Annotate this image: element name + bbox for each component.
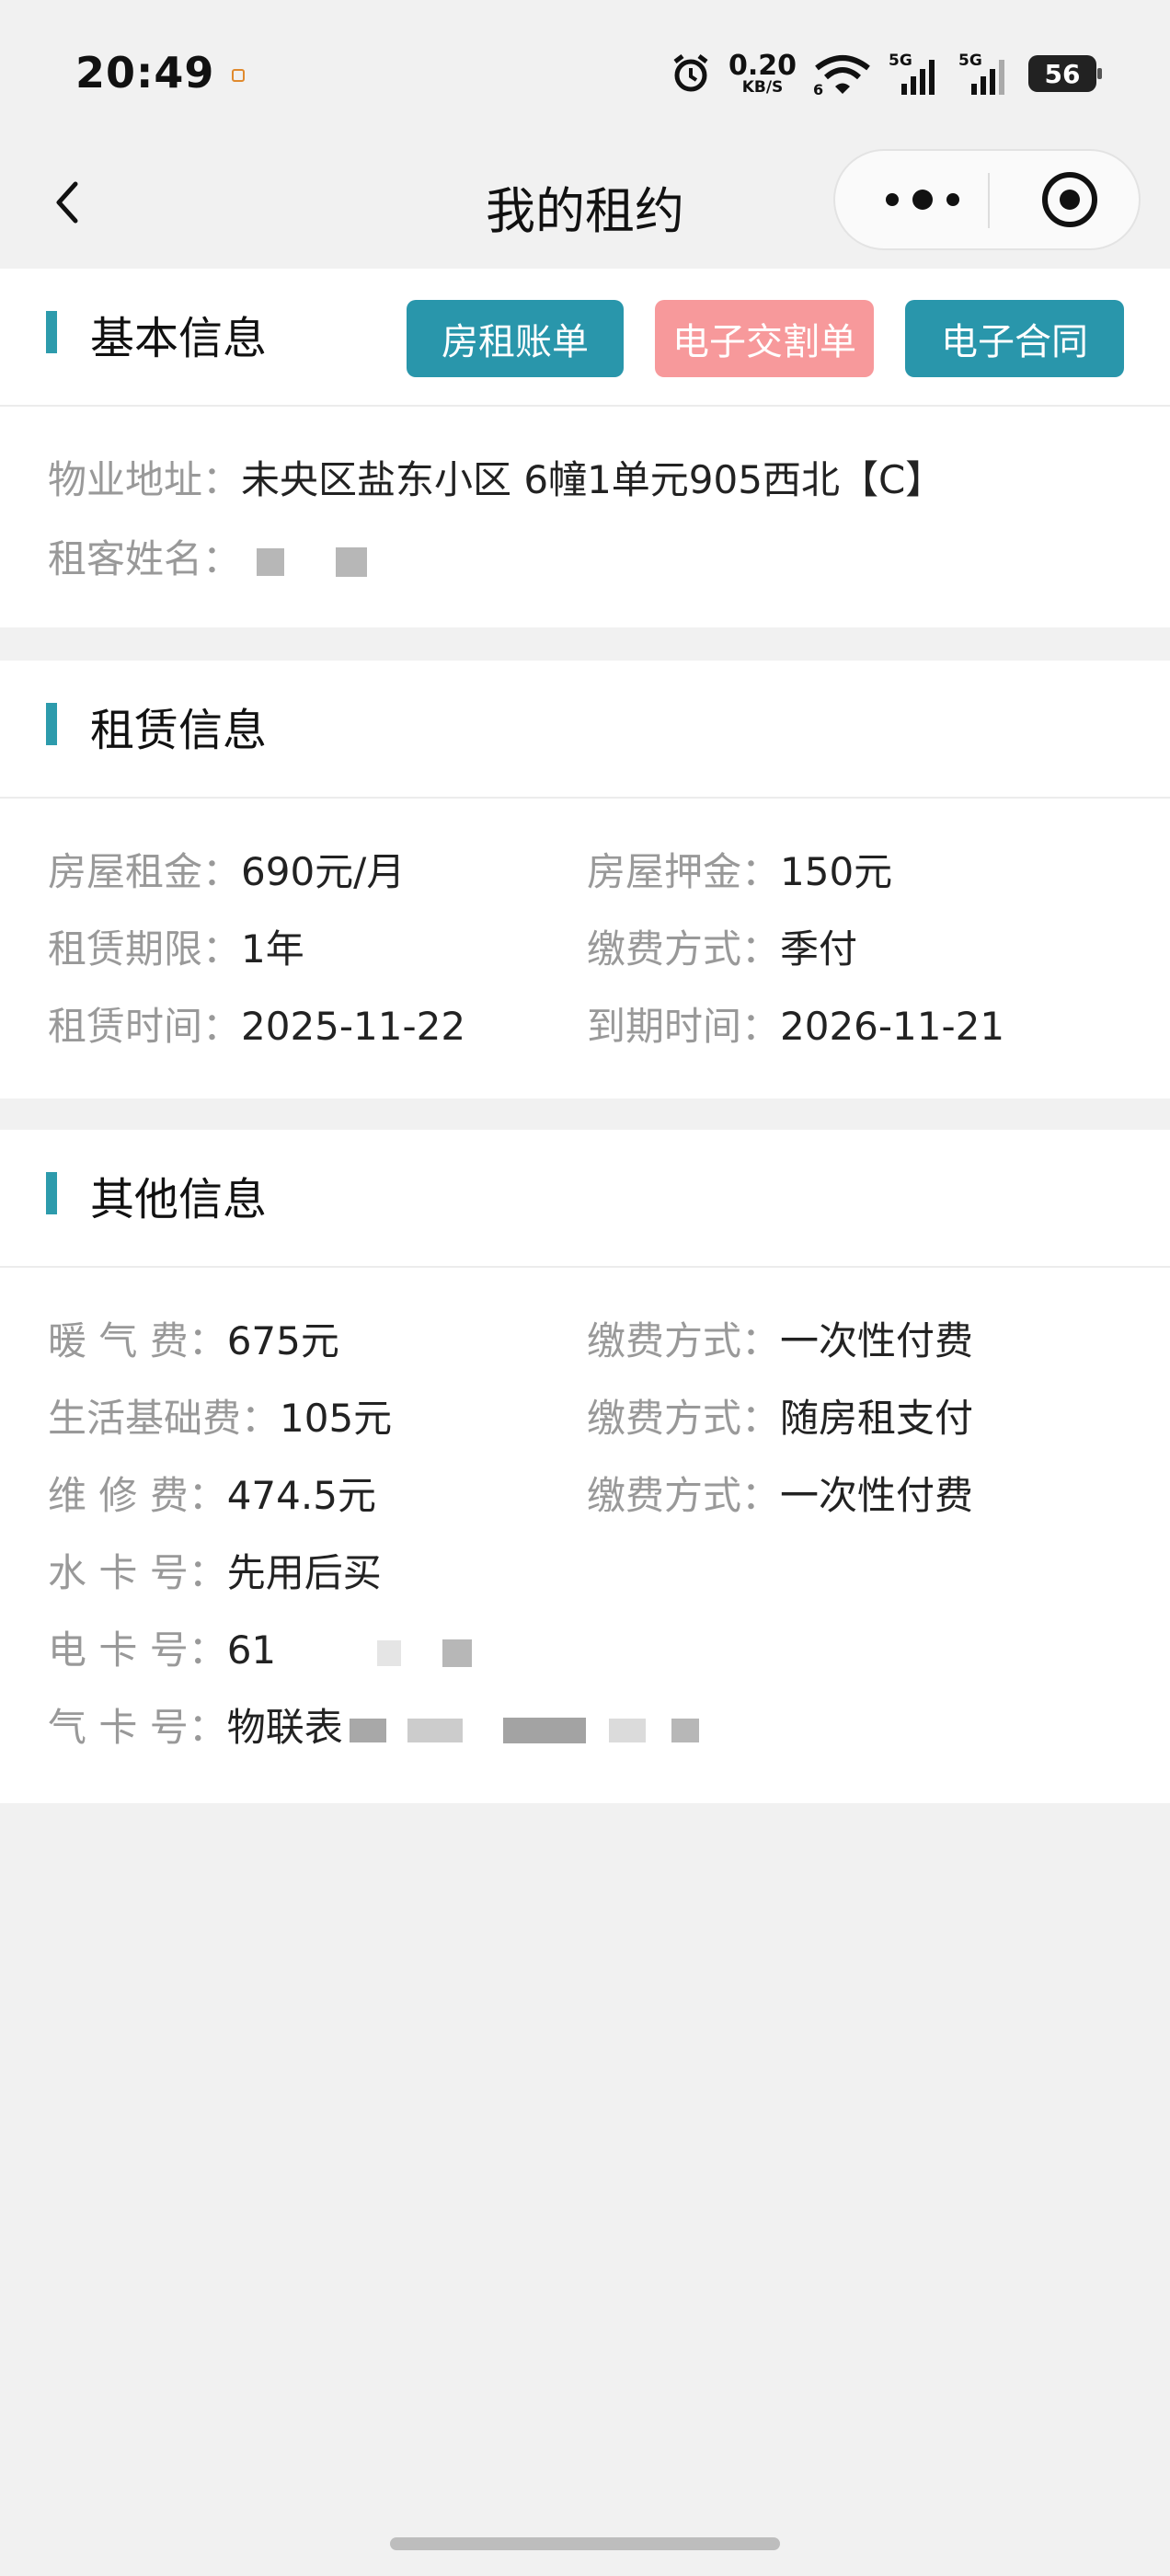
redacted-block bbox=[407, 1718, 464, 1742]
address-row: 物业地址：未央区盐东小区 6幢1单元905西北【C】 bbox=[48, 453, 944, 508]
start-date-row: 租赁时间：2025-11-22 bbox=[48, 999, 465, 1054]
heating-fee-row: 暖 气 费：675元 bbox=[48, 1314, 339, 1369]
heating-payment-row: 缴费方式：一次性付费 bbox=[587, 1314, 973, 1369]
start-date-value: 2025-11-22 bbox=[241, 1004, 466, 1049]
status-bar: 20:49 0.20 KB/S 6 5G 5G 56 bbox=[0, 0, 1170, 138]
rent-value: 690元/月 bbox=[241, 849, 406, 894]
speed-value: 0.20 bbox=[728, 49, 797, 82]
redacted-block bbox=[671, 1718, 699, 1742]
end-date-label: 到期时间： bbox=[587, 1004, 781, 1049]
net1-label: 5G bbox=[889, 52, 912, 70]
signal-5g-icon: 5G bbox=[889, 52, 935, 95]
close-mini-program-icon[interactable] bbox=[1039, 169, 1100, 230]
living-fee-value: 105元 bbox=[280, 1396, 393, 1441]
repair-fee-label: 维 修 费： bbox=[48, 1473, 227, 1518]
repair-fee-row: 维 修 费：474.5元 bbox=[48, 1468, 376, 1524]
address-value: 未央区盐东小区 6幢1单元905西北【C】 bbox=[241, 457, 945, 502]
tenant-row: 租客姓名： bbox=[48, 532, 367, 587]
payment-method-row: 缴费方式：季付 bbox=[587, 922, 857, 977]
capsule-divider bbox=[988, 173, 990, 228]
living-fee-row: 生活基础费：105元 bbox=[48, 1391, 392, 1446]
basic-info-header: 基本信息 房租账单 电子交割单 电子合同 bbox=[0, 269, 1170, 407]
lease-info-header: 租赁信息 bbox=[0, 661, 1170, 799]
signal-5g-icon-2: 5G bbox=[958, 52, 1004, 95]
heating-fee-value: 675元 bbox=[226, 1318, 339, 1363]
gas-card-value: 物联表 bbox=[226, 1705, 343, 1750]
payment-method-label: 缴费方式： bbox=[587, 926, 781, 972]
speed-unit: KB/S bbox=[741, 77, 784, 97]
living-payment-value: 随房租支付 bbox=[780, 1396, 974, 1441]
living-payment-row: 缴费方式：随房租支付 bbox=[587, 1391, 973, 1446]
water-card-value: 先用后买 bbox=[226, 1550, 382, 1595]
rent-label: 房屋租金： bbox=[48, 849, 242, 894]
more-icon[interactable] bbox=[872, 169, 973, 230]
electric-card-row: 电 卡 号：61 bbox=[48, 1623, 472, 1678]
battery-icon: 56 bbox=[1028, 55, 1102, 92]
mini-program-capsule bbox=[833, 149, 1141, 250]
rent-bill-button[interactable]: 房租账单 bbox=[407, 300, 624, 377]
end-date-value: 2026-11-21 bbox=[780, 1004, 1005, 1049]
status-icons: 0.20 KB/S 6 5G 5G 56 bbox=[670, 48, 1102, 99]
other-info-card: 其他信息 暖 气 费：675元 缴费方式：一次性付费 生活基础费：105元 缴费… bbox=[0, 1130, 1170, 1803]
repair-payment-label: 缴费方式： bbox=[587, 1473, 781, 1518]
redacted-block bbox=[257, 547, 285, 576]
living-fee-label: 生活基础费： bbox=[48, 1396, 281, 1441]
redacted-block bbox=[335, 546, 367, 577]
net2-label: 5G bbox=[958, 52, 982, 70]
network-speed: 0.20 KB/S bbox=[728, 52, 797, 96]
lease-info-card: 租赁信息 房屋租金：690元/月 房屋押金：150元 租赁期限：1年 缴费方式：… bbox=[0, 661, 1170, 1098]
nav-bar: 我的租约 bbox=[0, 138, 1170, 269]
other-info-header: 其他信息 bbox=[0, 1130, 1170, 1268]
deposit-value: 150元 bbox=[780, 849, 893, 894]
redacted-block bbox=[442, 1639, 472, 1667]
redacted-block bbox=[609, 1718, 647, 1742]
repair-payment-value: 一次性付费 bbox=[780, 1473, 974, 1518]
basic-info-card: 基本信息 房租账单 电子交割单 电子合同 物业地址：未央区盐东小区 6幢1单元9… bbox=[0, 269, 1170, 627]
address-label: 物业地址： bbox=[48, 457, 242, 502]
heating-payment-label: 缴费方式： bbox=[587, 1318, 781, 1363]
payment-method-value: 季付 bbox=[780, 926, 858, 972]
gas-card-label: 气 卡 号： bbox=[48, 1705, 227, 1750]
redacted-block bbox=[376, 1639, 401, 1666]
start-date-label: 租赁时间： bbox=[48, 1004, 242, 1049]
section-accent-bar bbox=[46, 1172, 57, 1214]
water-card-label: 水 卡 号： bbox=[48, 1550, 227, 1595]
wifi-sub-label: 6 bbox=[813, 81, 823, 96]
e-contract-button[interactable]: 电子合同 bbox=[905, 300, 1124, 377]
redacted-block bbox=[502, 1717, 586, 1743]
heating-fee-label: 暖 气 费： bbox=[48, 1318, 227, 1363]
basic-info-title: 基本信息 bbox=[90, 313, 268, 364]
repair-fee-value: 474.5元 bbox=[226, 1473, 376, 1518]
notification-icon bbox=[232, 69, 245, 82]
lease-info-title: 租赁信息 bbox=[90, 705, 268, 756]
deposit-row: 房屋押金：150元 bbox=[587, 845, 892, 900]
rent-row: 房屋租金：690元/月 bbox=[48, 845, 405, 900]
repair-payment-row: 缴费方式：一次性付费 bbox=[587, 1468, 973, 1524]
electric-card-label: 电 卡 号： bbox=[48, 1627, 227, 1673]
end-date-row: 到期时间：2026-11-21 bbox=[587, 999, 1004, 1054]
heating-payment-value: 一次性付费 bbox=[780, 1318, 974, 1363]
electric-card-value: 61 bbox=[226, 1627, 277, 1673]
status-time: 20:49 bbox=[75, 48, 215, 98]
other-info-title: 其他信息 bbox=[90, 1174, 268, 1225]
deposit-label: 房屋押金： bbox=[587, 849, 781, 894]
handover-sheet-button[interactable]: 电子交割单 bbox=[655, 300, 874, 377]
water-card-row: 水 卡 号：先用后买 bbox=[48, 1546, 382, 1601]
tenant-label: 租客姓名： bbox=[48, 536, 242, 581]
alarm-icon bbox=[673, 54, 708, 92]
term-value: 1年 bbox=[241, 926, 304, 972]
term-row: 租赁期限：1年 bbox=[48, 922, 304, 977]
wifi-icon: 6 bbox=[813, 55, 870, 96]
section-accent-bar bbox=[46, 703, 57, 745]
gas-card-row: 气 卡 号：物联表 bbox=[48, 1700, 699, 1755]
section-accent-bar bbox=[46, 311, 57, 353]
term-label: 租赁期限： bbox=[48, 926, 242, 972]
living-payment-label: 缴费方式： bbox=[587, 1396, 781, 1441]
redacted-block bbox=[350, 1718, 387, 1742]
home-indicator[interactable] bbox=[390, 2537, 780, 2550]
